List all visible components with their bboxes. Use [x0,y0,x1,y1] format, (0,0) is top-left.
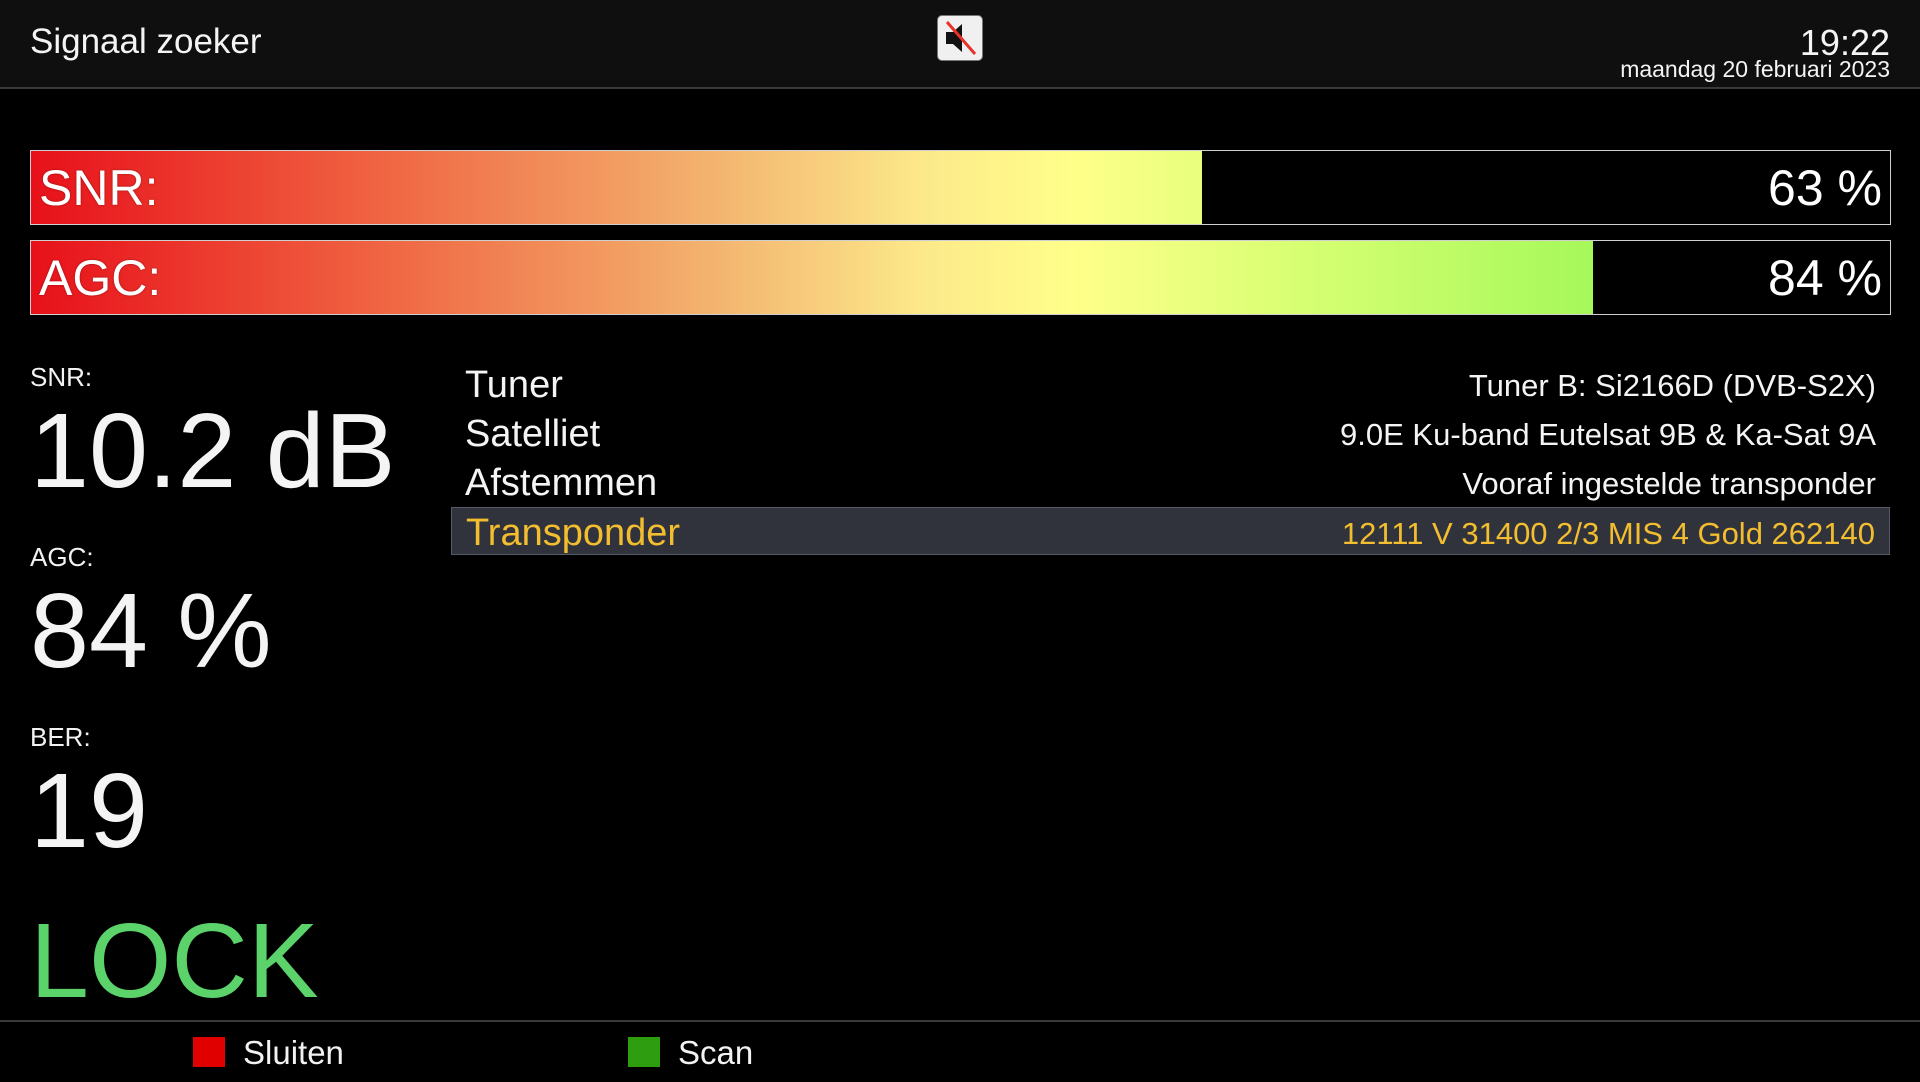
header-bar: Signaal zoeker 19:22 maandag 20 februari… [0,0,1920,89]
green-key-icon [628,1037,660,1067]
snr-bar: SNR: 63 % [30,150,1891,225]
info-row-tuning[interactable]: Afstemmen Vooraf ingestelde transponder [451,458,1890,506]
snr-stat-label: SNR: [30,362,93,392]
agc-stat-label: AGC: [30,542,94,572]
info-value: 12111 V 31400 2/3 MIS 4 Gold 262140 [1341,516,1875,551]
info-key: Tuner [465,364,563,406]
red-key-icon [193,1037,225,1067]
info-key: Afstemmen [465,462,658,504]
ber-stat-label: BER: [30,722,91,752]
info-key: Satelliet [465,413,601,455]
lock-status: LOCK [30,902,319,1020]
info-value: Vooraf ingestelde transponder [1462,466,1876,501]
snr-bar-value: 63 % [1768,160,1882,216]
info-key: Transponder [466,512,681,554]
speaker-muted-icon [937,15,983,61]
agc-bar-label: AGC: [39,250,162,306]
scan-button-label: Scan [678,1034,754,1071]
agc-bar: AGC: 84 % [30,240,1891,315]
agc-stat-value: 84 % [30,572,272,690]
agc-bar-value: 84 % [1768,250,1882,306]
close-button-label: Sluiten [243,1034,344,1071]
snr-bar-label: SNR: [39,160,159,216]
clock-date: maandag 20 februari 2023 [1620,56,1890,82]
snr-bar-fill [31,151,1203,224]
agc-bar-fill [31,241,1593,314]
info-row-transponder[interactable]: Transponder 12111 V 31400 2/3 MIS 4 Gold… [451,507,1890,555]
snr-stat-value: 10.2 dB [30,392,396,510]
info-row-tuner[interactable]: Tuner Tuner B: Si2166D (DVB-S2X) [451,360,1890,408]
screen-title: Signaal zoeker [30,22,262,61]
info-row-satellite[interactable]: Satelliet 9.0E Ku-band Eutelsat 9B & Ka-… [451,409,1890,457]
info-value: 9.0E Ku-band Eutelsat 9B & Ka-Sat 9A [1340,417,1876,452]
footer-bar: Sluiten Scan [0,1020,1920,1082]
ber-stat-value: 19 [30,752,148,870]
info-value: Tuner B: Si2166D (DVB-S2X) [1468,368,1876,403]
